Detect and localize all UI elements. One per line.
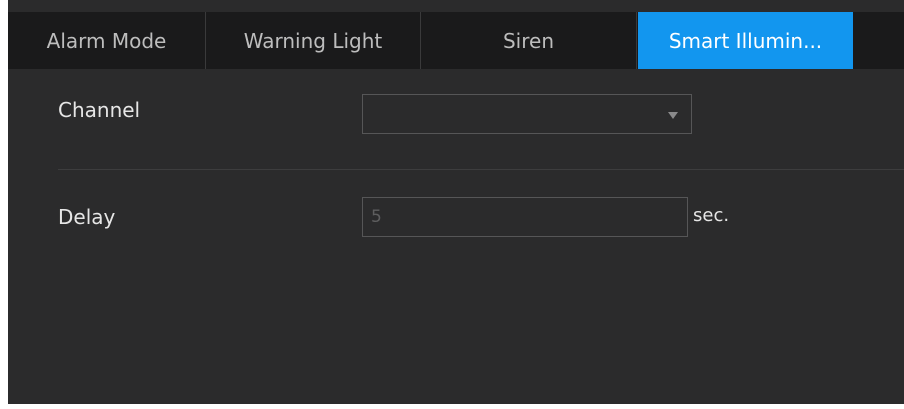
chevron-down-icon [668, 112, 678, 119]
tab-smart-illumination-label: Smart Illumin... [668, 28, 823, 53]
tab-siren[interactable]: Siren [421, 12, 637, 69]
tab-siren-label: Siren [502, 28, 554, 53]
channel-select[interactable] [362, 94, 692, 134]
tab-alarm-mode-label: Alarm Mode [46, 28, 167, 53]
channel-label: Channel [58, 98, 141, 122]
delay-unit-label: sec. [693, 205, 730, 226]
section-divider [58, 169, 904, 170]
delay-label: Delay [58, 205, 116, 229]
tab-warning-light[interactable]: Warning Light [206, 12, 421, 69]
delay-input[interactable] [362, 197, 688, 237]
tab-warning-light-label: Warning Light [243, 28, 383, 53]
tab-alarm-mode[interactable]: Alarm Mode [8, 12, 206, 69]
tab-bar: Alarm Mode Warning Light Siren Smart Ill… [8, 12, 904, 69]
tab-smart-illumination[interactable]: Smart Illumin... [638, 12, 853, 69]
